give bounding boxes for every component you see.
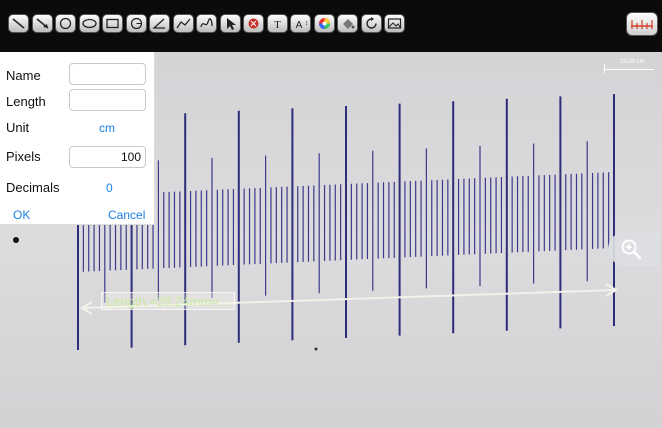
scale-bar-label: 10.00 cm (620, 59, 645, 65)
angle-tool-icon (152, 18, 165, 29)
svg-text:T: T (274, 19, 281, 30)
zoom-in-icon (621, 239, 642, 260)
ruler-button[interactable] (626, 12, 658, 36)
line-tool-button[interactable] (8, 14, 29, 33)
freehand-tool-icon (200, 18, 213, 28)
debris-speck (13, 237, 19, 243)
circle-tool-button[interactable] (55, 14, 76, 33)
angle-tool-button[interactable] (149, 14, 170, 33)
image-icon (387, 18, 402, 29)
length-field[interactable] (69, 89, 146, 111)
unit-label: Unit (6, 120, 30, 135)
calibration-panel: Name Length Unit cm Pixels 100 Decimals … (0, 52, 155, 225)
scale-bar: 10.00 cm (604, 59, 654, 74)
decimals-selector[interactable]: 0 (106, 181, 113, 195)
rotate-icon (365, 17, 377, 29)
text-tool-icon: T (274, 19, 281, 30)
arc-tool-button[interactable] (125, 14, 147, 33)
pixels-label: Pixels (6, 149, 41, 164)
text-size-icon: A ↕ (296, 20, 308, 30)
toolbar: T A ↕ (0, 0, 662, 52)
microscope-canvas[interactable]: T A ↕ Name Length Unit cm Pixels 100 Decim… (0, 0, 662, 428)
color-wheel-icon (318, 18, 330, 29)
measurement-label[interactable]: Length:=28.24mm=... (101, 292, 235, 310)
delete-button[interactable] (243, 14, 264, 33)
name-field[interactable] (69, 63, 146, 85)
ellipse-tool-button[interactable] (78, 14, 100, 33)
length-label: Length (6, 94, 46, 109)
svg-text:A: A (296, 20, 303, 30)
text-size-button[interactable]: A ↕ (290, 14, 311, 33)
rotate-button[interactable] (360, 14, 382, 33)
cancel-button[interactable]: Cancel (108, 208, 145, 222)
color-wheel-button[interactable] (313, 14, 335, 33)
image-button[interactable] (384, 14, 405, 33)
pixels-field[interactable]: 100 (69, 146, 146, 168)
fill-tool-button[interactable] (337, 14, 358, 33)
arc-tool-icon (130, 17, 142, 30)
select-arrow-button[interactable] (219, 14, 241, 33)
rectangle-tool-button[interactable] (102, 14, 123, 33)
select-arrow-icon (226, 18, 236, 30)
rectangle-tool-icon (106, 18, 119, 29)
ellipse-tool-icon (81, 18, 97, 29)
name-label: Name (6, 68, 41, 83)
delete-icon (248, 18, 259, 29)
unit-selector[interactable]: cm (99, 121, 115, 135)
ruler-icon (631, 20, 653, 29)
arrow-line-tool-button[interactable] (31, 14, 53, 33)
fill-tool-icon (343, 19, 355, 29)
ok-button[interactable]: OK (13, 208, 30, 222)
svg-text:↕: ↕ (305, 20, 308, 27)
polyline-tool-icon (175, 18, 190, 29)
zoom-button[interactable] (608, 232, 660, 266)
text-tool-button[interactable]: T (266, 14, 288, 33)
polyline-tool-button[interactable] (172, 14, 194, 33)
freehand-tool-button[interactable] (196, 14, 217, 33)
circle-tool-icon (59, 17, 72, 30)
arrow-line-tool-icon (36, 18, 48, 29)
decimals-label: Decimals (6, 180, 60, 195)
line-tool-icon (12, 18, 25, 29)
